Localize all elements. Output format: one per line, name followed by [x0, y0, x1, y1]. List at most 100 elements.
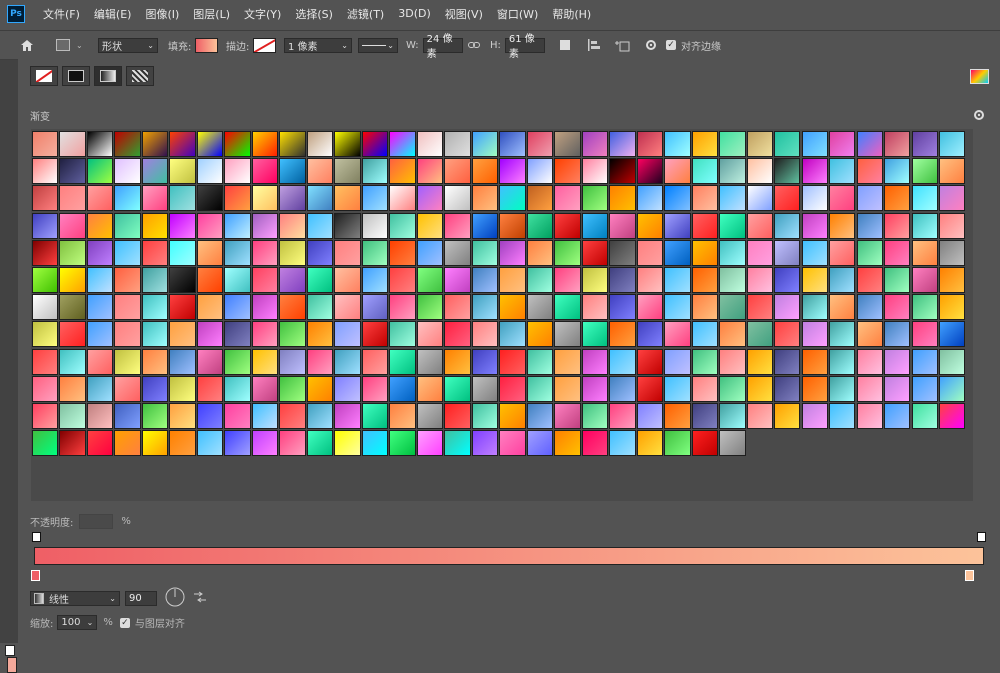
gradient-swatch[interactable]	[141, 185, 169, 212]
gradient-swatch[interactable]	[499, 266, 526, 294]
gradient-swatch[interactable]	[554, 402, 581, 429]
gradient-swatch[interactable]	[334, 402, 361, 429]
gradient-swatch[interactable]	[691, 430, 719, 457]
gradient-swatch[interactable]	[801, 212, 828, 239]
gradient-swatch[interactable]	[499, 212, 526, 239]
gradient-swatch[interactable]	[471, 402, 499, 429]
gradient-swatch[interactable]	[59, 321, 86, 348]
gradient-swatch[interactable]	[664, 348, 691, 375]
gradient-swatch[interactable]	[801, 402, 828, 429]
gradient-swatch[interactable]	[141, 212, 169, 239]
gradient-swatch[interactable]	[224, 266, 251, 294]
gradient-swatch[interactable]	[196, 158, 224, 185]
menu-view[interactable]: 视图(V)	[445, 6, 483, 22]
gradient-swatch[interactable]	[938, 375, 966, 402]
gradient-swatch[interactable]	[32, 402, 59, 429]
gradient-swatch[interactable]	[306, 185, 334, 212]
gradient-swatch[interactable]	[334, 131, 361, 158]
gradient-preview-bar[interactable]	[34, 547, 984, 565]
gradient-swatch[interactable]	[774, 321, 801, 348]
gradient-swatch[interactable]	[334, 430, 361, 457]
gradient-swatch[interactable]	[114, 430, 141, 457]
gradient-swatch[interactable]	[141, 348, 169, 375]
gradient-swatch[interactable]	[746, 239, 773, 266]
gradient-swatch[interactable]	[389, 185, 416, 212]
gradient-swatch[interactable]	[774, 185, 801, 212]
gradient-swatch[interactable]	[114, 185, 141, 212]
gradient-swatch[interactable]	[114, 131, 141, 158]
gradient-swatch[interactable]	[389, 430, 416, 457]
gradient-swatch[interactable]	[32, 185, 59, 212]
gradient-swatch[interactable]	[389, 294, 416, 321]
gradient-swatch[interactable]	[911, 375, 938, 402]
gradient-swatch[interactable]	[636, 212, 664, 239]
width-input[interactable]: 24 像素	[422, 34, 463, 60]
gradient-swatch[interactable]	[32, 294, 59, 321]
gradient-swatch[interactable]	[169, 321, 196, 348]
gradient-swatch[interactable]	[609, 294, 636, 321]
gradient-swatch[interactable]	[334, 185, 361, 212]
gradient-swatch[interactable]	[774, 239, 801, 266]
gradient-swatch[interactable]	[196, 321, 224, 348]
gradient-swatch[interactable]	[911, 294, 938, 321]
gradient-swatch[interactable]	[746, 375, 773, 402]
gradient-swatch[interactable]	[59, 239, 86, 266]
gradient-swatch[interactable]	[801, 321, 828, 348]
gradient-swatch[interactable]	[526, 402, 554, 429]
gradient-swatch[interactable]	[856, 158, 883, 185]
gradient-swatch[interactable]	[389, 239, 416, 266]
gradient-swatch[interactable]	[856, 131, 883, 158]
gradient-swatch[interactable]	[86, 375, 114, 402]
gradient-swatch[interactable]	[636, 294, 664, 321]
gradient-swatch[interactable]	[746, 348, 773, 375]
gradient-swatch[interactable]	[334, 212, 361, 239]
gradient-swatch[interactable]	[471, 212, 499, 239]
gradient-swatch[interactable]	[334, 348, 361, 375]
gradient-swatch[interactable]	[471, 185, 499, 212]
color-stop-left[interactable]	[31, 570, 40, 581]
gradient-swatch[interactable]	[746, 294, 773, 321]
gradient-swatch[interactable]	[884, 239, 911, 266]
gradient-swatch[interactable]	[361, 239, 389, 266]
menu-window[interactable]: 窗口(W)	[497, 6, 538, 22]
gradient-swatch[interactable]	[554, 294, 581, 321]
gradient-swatch[interactable]	[224, 239, 251, 266]
home-icon[interactable]	[20, 39, 34, 52]
gradient-swatch[interactable]	[829, 266, 856, 294]
gradient-swatch[interactable]	[169, 375, 196, 402]
gradient-swatch[interactable]	[114, 402, 141, 429]
gradient-swatch[interactable]	[32, 158, 59, 185]
gradient-swatch[interactable]	[609, 158, 636, 185]
menu-help[interactable]: 帮助(H)	[552, 6, 591, 22]
path-alignment-icon[interactable]	[588, 39, 600, 51]
gradient-swatch[interactable]	[581, 348, 609, 375]
gradient-swatch[interactable]	[856, 185, 883, 212]
gradient-swatch[interactable]	[169, 158, 196, 185]
gradient-swatch[interactable]	[444, 402, 471, 429]
gradient-swatch[interactable]	[59, 158, 86, 185]
gradient-swatch[interactable]	[141, 321, 169, 348]
gradient-swatch[interactable]	[664, 212, 691, 239]
gradient-swatch[interactable]	[114, 294, 141, 321]
gradient-swatch[interactable]	[224, 212, 251, 239]
gradient-swatch[interactable]	[416, 131, 444, 158]
gradient-swatch[interactable]	[609, 430, 636, 457]
no-fill-button[interactable]	[30, 66, 58, 86]
path-arrangement-icon[interactable]	[614, 39, 630, 52]
color-picker-icon[interactable]	[970, 69, 989, 84]
gradient-swatch[interactable]	[719, 266, 746, 294]
gradient-swatch[interactable]	[196, 402, 224, 429]
gradient-swatch[interactable]	[169, 131, 196, 158]
gradient-swatch[interactable]	[526, 158, 554, 185]
gradient-swatch[interactable]	[114, 375, 141, 402]
solid-fill-button[interactable]	[62, 66, 90, 86]
gradient-swatch[interactable]	[884, 402, 911, 429]
gradient-swatch[interactable]	[609, 185, 636, 212]
gradient-swatch[interactable]	[224, 294, 251, 321]
gradient-swatch[interactable]	[911, 266, 938, 294]
gradient-swatch[interactable]	[361, 348, 389, 375]
gradient-swatch[interactable]	[856, 321, 883, 348]
gradient-swatch[interactable]	[884, 131, 911, 158]
gradient-swatch[interactable]	[141, 375, 169, 402]
gradient-swatch[interactable]	[334, 239, 361, 266]
